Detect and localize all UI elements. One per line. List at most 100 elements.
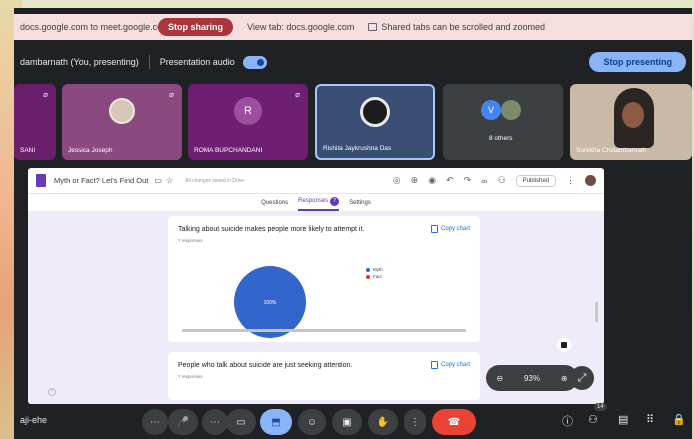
more-options-button[interactable]: ⋮ [404, 409, 426, 435]
tab-questions[interactable]: Questions [261, 200, 288, 206]
zoom-out-icon[interactable]: ⊖ [496, 374, 503, 383]
participant-name: SANI [20, 147, 36, 154]
mic-options-button[interactable]: ⋯ [142, 409, 168, 435]
link-icon[interactable]: ∞ [481, 176, 487, 186]
account-avatar[interactable] [585, 175, 596, 186]
others-count: 8 others [489, 135, 513, 142]
camera-options-button[interactable]: ⋯ [202, 409, 228, 435]
redo-icon[interactable]: ↷ [464, 175, 472, 186]
chart-legend: Myth Fact [366, 266, 383, 280]
participant-tile[interactable]: ⌀ R ROMA BUPCHANDANI [188, 84, 308, 160]
stop-presenting-button[interactable]: Stop presenting [589, 52, 686, 72]
background-top [0, 0, 694, 8]
activities-icon[interactable]: ⠿ [646, 413, 654, 426]
stop-sharing-button[interactable]: Stop sharing [158, 18, 234, 36]
presentation-audio-toggle[interactable] [242, 55, 267, 69]
share-url: docs.google.com to meet.google.com [20, 22, 158, 32]
avatar-initial: R [244, 105, 252, 118]
participant-tile[interactable]: ⌀ Jessica Joseph [62, 84, 182, 160]
copy-chart-label: Copy chart [440, 226, 470, 232]
captions-button[interactable]: ▣ [332, 409, 362, 435]
tab-responses[interactable]: Responses? [298, 194, 340, 211]
mic-off-icon: ⌀ [295, 90, 300, 99]
response-count: ? responses [178, 374, 203, 379]
form-header: Myth or Fact? Let's Find Out ▭ ☆ All cha… [28, 168, 604, 194]
zoom-in-icon[interactable]: ⊕ [561, 374, 568, 383]
saved-note: All changes saved in Drive [185, 177, 245, 184]
mic-off-icon: ⌀ [43, 90, 48, 99]
meeting-toolbar: aji-ehe ⋯ 🎤 ⋯ ▭ ⬒ ☺ ▣ ✋ ⋮ ☎ ⓘ ⚇ 14 ▤ ⠿ 🔒 [14, 403, 692, 439]
tab-icon [368, 23, 378, 31]
customize-theme-icon[interactable]: ◎ [393, 175, 401, 186]
addons-icon[interactable]: ⊕ [411, 175, 419, 186]
zoom-level: 93% [523, 373, 540, 383]
emoji-button[interactable]: ☺ [298, 409, 326, 435]
folder-icon[interactable]: ▭ [154, 176, 162, 185]
fullscreen-icon[interactable]: ⤢ [570, 366, 594, 390]
camera-button[interactable]: ▭ [226, 409, 256, 435]
form-title[interactable]: Myth or Fact? Let's Find Out [54, 176, 148, 185]
avatar-initial: V [487, 105, 494, 115]
people-count-badge: 14 [594, 403, 607, 411]
google-forms-icon [36, 174, 46, 187]
presenter-name: dambarnath (You, presenting) [20, 57, 139, 67]
legend-label: Myth [373, 267, 383, 272]
participant-tile-others[interactable]: V 8 others [443, 84, 563, 160]
shared-tabs-note: Shared tabs can be scrolled and zoomed [368, 22, 545, 32]
raise-hand-button[interactable]: ✋ [368, 409, 398, 435]
participant-tile[interactable]: ⌀ SANI [14, 84, 56, 160]
question-summary-card: People who talk about suicide are just s… [168, 352, 480, 400]
chat-icon[interactable]: ▤ [618, 413, 628, 426]
participant-tile-active[interactable]: Rishita Jaykrushna Das [315, 84, 435, 160]
participant-strip: ⌀ SANI ⌀ Jessica Joseph ⌀ R ROMA BUPCHAN… [14, 84, 692, 166]
participant-name: Surekha Chidambarnath [576, 147, 647, 154]
tab-settings[interactable]: Settings [349, 200, 371, 206]
presenting-bar: dambarnath (You, presenting) Presentatio… [14, 50, 692, 74]
presentation-audio-label: Presentation audio [159, 57, 235, 67]
legend-item-myth: Myth [366, 266, 383, 273]
share-bar: docs.google.com to meet.google.com Stop … [14, 14, 692, 40]
star-icon[interactable]: ☆ [166, 176, 173, 185]
copy-icon [430, 225, 438, 233]
copy-chart-label: Copy chart [440, 362, 470, 368]
page-scrollbar[interactable] [595, 302, 598, 322]
legend-swatch [366, 267, 370, 272]
form-tools: ◎ ⊕ ◉ ↶ ↷ ∞ ⚇ Published ⋮ [393, 174, 596, 187]
undo-icon[interactable]: ↶ [446, 175, 454, 186]
zoom-controls: ⊖ 93% ⊕ [486, 365, 578, 391]
question-text: Talking about suicide makes people more … [178, 226, 365, 233]
pie-label: 100% [264, 300, 277, 306]
mini-view-icon[interactable] [557, 338, 571, 352]
copy-chart-button[interactable]: Copy chart [430, 225, 470, 233]
question-summary-card: Talking about suicide makes people more … [168, 216, 480, 342]
host-controls-icon[interactable]: 🔒 [672, 413, 686, 426]
avatar [360, 96, 390, 127]
view-tab-link[interactable]: View tab: docs.google.com [247, 22, 354, 32]
form-tabs: Questions Responses? Settings [28, 194, 604, 212]
mic-button[interactable]: 🎤 [168, 409, 198, 435]
meeting-details-icon[interactable]: ⓘ [562, 413, 573, 429]
leave-call-button[interactable]: ☎ [432, 409, 476, 435]
participant-tile-video[interactable]: Surekha Chidambarnath [570, 84, 692, 160]
people-icon[interactable]: ⚇ [588, 413, 598, 426]
preview-eye-icon[interactable]: ◉ [428, 175, 436, 186]
participant-name: Jessica Joseph [68, 147, 113, 154]
more-vert-icon[interactable]: ⋮ [566, 175, 575, 186]
meeting-code: aji-ehe [20, 415, 48, 425]
copy-chart-button[interactable]: Copy chart [430, 361, 470, 369]
help-icon[interactable]: ? [48, 388, 56, 396]
participant-name: ROMA BUPCHANDANI [194, 147, 263, 154]
tab-responses-label: Responses [298, 198, 329, 204]
video-face [622, 102, 644, 128]
legend-label: Fact [373, 274, 382, 279]
participant-name: Rishita Jaykrushna Das [323, 145, 392, 152]
present-button[interactable]: ⬒ [260, 409, 292, 435]
legend-item-fact: Fact [366, 273, 383, 280]
divider [148, 55, 150, 69]
published-button[interactable]: Published [515, 174, 556, 187]
response-count: ? responses [178, 238, 203, 243]
add-collaborator-icon[interactable]: ⚇ [498, 175, 506, 186]
chart-scrollbar[interactable] [182, 329, 466, 332]
avatar [501, 100, 521, 120]
meet-window: docs.google.com to meet.google.com Stop … [14, 8, 692, 439]
